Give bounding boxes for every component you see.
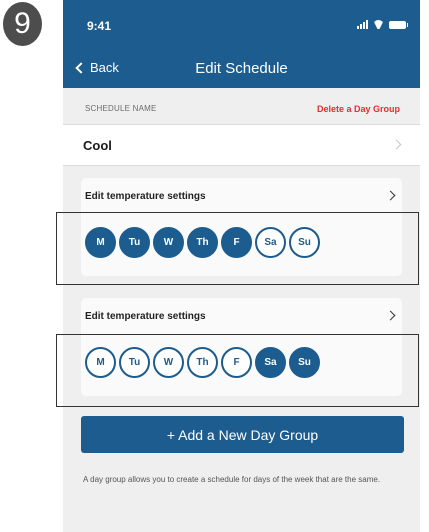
chevron-right-icon — [391, 139, 402, 150]
schedule-name-value: Cool — [83, 138, 112, 153]
chevron-left-icon — [75, 62, 87, 74]
back-label: Back — [90, 60, 119, 75]
help-text: A day group allows you to create a sched… — [83, 475, 381, 484]
edit-temperature-label: Edit temperature settings — [85, 311, 206, 322]
chevron-right-icon — [385, 190, 396, 201]
add-day-group-button[interactable]: + Add a New Day Group — [81, 416, 404, 453]
battery-icon — [389, 21, 408, 29]
schedule-name-row[interactable]: Cool — [63, 124, 420, 166]
step-number-badge: 9 — [3, 2, 42, 46]
schedule-name-label: SCHEDULE NAME — [85, 104, 157, 113]
edit-temperature-row[interactable]: Edit temperature settings — [81, 298, 402, 334]
edit-temperature-row[interactable]: Edit temperature settings — [81, 178, 402, 214]
back-button[interactable]: Back — [75, 60, 119, 75]
wifi-icon — [373, 20, 384, 29]
chevron-right-icon — [385, 310, 396, 321]
status-time: 9:41 — [87, 19, 112, 33]
app-header: 9:41 Edit Schedule Back — [63, 0, 420, 88]
signal-icon — [357, 20, 368, 29]
callout-box-weekdays — [56, 212, 419, 285]
status-icons — [357, 20, 408, 29]
edit-temperature-label: Edit temperature settings — [85, 191, 206, 202]
delete-day-group-link[interactable]: Delete a Day Group — [317, 104, 400, 114]
callout-box-weekend — [56, 334, 419, 407]
